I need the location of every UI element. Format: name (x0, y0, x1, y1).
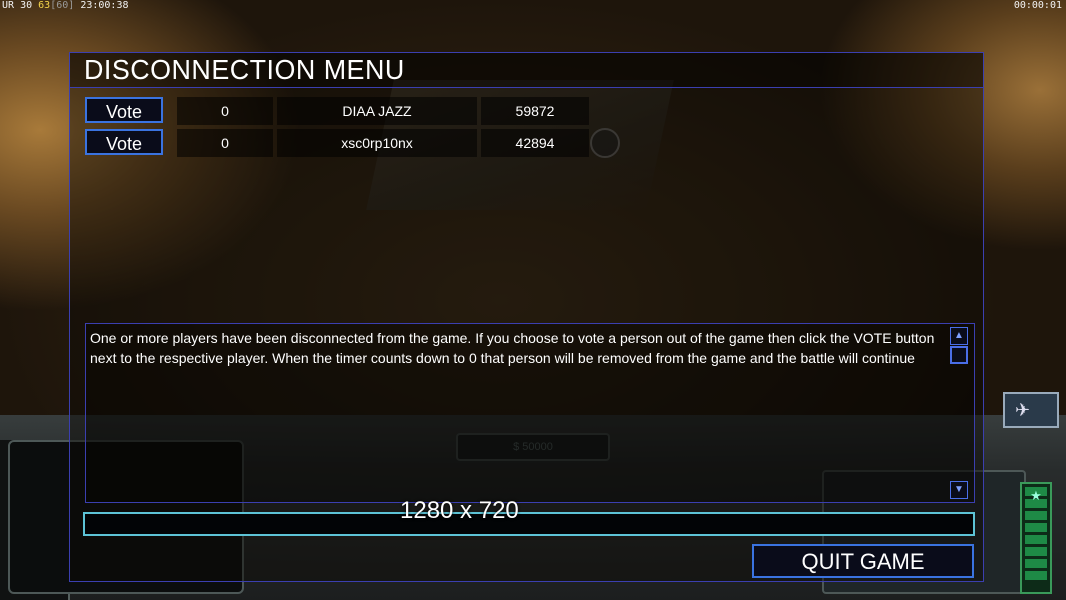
resolution-overlay: 1280 x 720 (400, 497, 519, 524)
disconnection-message: One or more players have been disconnect… (90, 330, 935, 366)
message-scrollbar[interactable]: ▲ ▼ (950, 327, 968, 499)
disconnection-dialog: DISCONNECTION MENU Vote 0 DIAA JAZZ 5987… (69, 52, 984, 582)
hud-rate: 63 (38, 0, 51, 11)
star-icon: ★ (1030, 488, 1042, 503)
scroll-thumb[interactable] (950, 346, 968, 364)
dialog-title: DISCONNECTION MENU (84, 54, 405, 85)
hud-fps: 30 (20, 0, 33, 11)
vote-button[interactable]: Vote (85, 97, 163, 123)
hud-clock: 23:00:38 (80, 0, 129, 11)
message-panel: One or more players have been disconnect… (85, 323, 975, 503)
hud-prefix: UR (2, 0, 15, 11)
player-name: DIAA JAZZ (277, 97, 477, 125)
dialog-title-bar: DISCONNECTION MENU (70, 53, 983, 88)
player-timer: 42894 (481, 129, 589, 157)
player-name: xsc0rp10nx (277, 129, 477, 157)
unit-portrait[interactable]: ✈ (1003, 392, 1059, 428)
chat-input[interactable] (83, 512, 975, 536)
vote-button[interactable]: Vote (85, 129, 163, 155)
hud-stats: UR 30 63[60] 23:00:38 (2, 0, 129, 11)
vote-count: 0 (177, 129, 273, 157)
hud-game-timer: 00:00:01 (1013, 0, 1062, 11)
vote-count: 0 (177, 97, 273, 125)
player-timer: 59872 (481, 97, 589, 125)
triangle-down-icon[interactable]: ▼ (950, 481, 968, 499)
triangle-up-icon[interactable]: ▲ (950, 327, 968, 345)
satellite-icon: ✈ (1015, 400, 1031, 420)
hud-bracket: [60] (50, 0, 75, 11)
quit-game-button[interactable]: QUIT GAME (752, 544, 974, 578)
